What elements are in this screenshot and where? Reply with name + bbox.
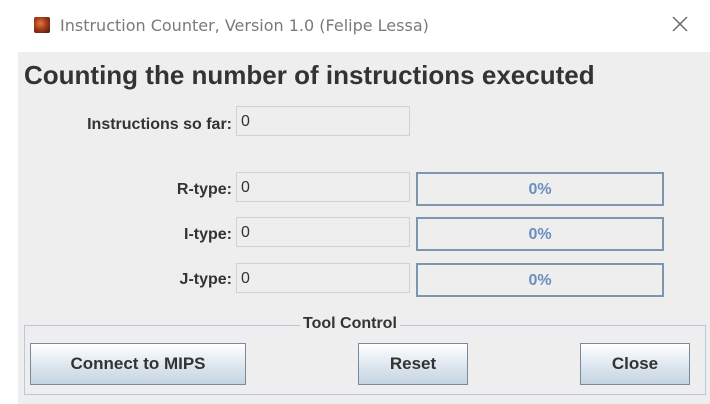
- i-type-progress-bar: 0%: [416, 217, 664, 251]
- app-icon: [34, 17, 50, 33]
- j-type-percent: 0%: [528, 272, 552, 289]
- i-type-percent: 0%: [528, 226, 552, 243]
- r-type-count-field: 0: [236, 172, 410, 202]
- close-x-icon[interactable]: [668, 12, 692, 36]
- i-type-label: I-type:: [184, 226, 232, 243]
- r-type-progress-bar: 0%: [416, 172, 664, 206]
- instruction-counter-window: Instruction Counter, Version 1.0 (Felipe…: [18, 0, 710, 404]
- j-type-count-field: 0: [236, 263, 410, 293]
- r-type-percent: 0%: [528, 181, 552, 198]
- r-type-label: R-type:: [176, 181, 232, 198]
- reset-button[interactable]: Reset: [358, 343, 468, 385]
- content-panel: Counting the number of instructions exec…: [18, 52, 710, 404]
- window-title: Instruction Counter, Version 1.0 (Felipe…: [60, 16, 429, 35]
- i-type-count-field: 0: [236, 217, 410, 247]
- page-title: Counting the number of instructions exec…: [24, 60, 595, 90]
- j-type-label: J-type:: [179, 271, 232, 288]
- instructions-so-far-field: 0: [236, 106, 410, 136]
- title-bar: Instruction Counter, Version 1.0 (Felipe…: [18, 0, 710, 52]
- close-button[interactable]: Close: [580, 343, 690, 385]
- instructions-so-far-label: Instructions so far:: [87, 116, 232, 133]
- j-type-progress-bar: 0%: [416, 263, 664, 297]
- tool-control-title: Tool Control: [300, 315, 400, 333]
- connect-to-mips-button[interactable]: Connect to MIPS: [30, 343, 246, 385]
